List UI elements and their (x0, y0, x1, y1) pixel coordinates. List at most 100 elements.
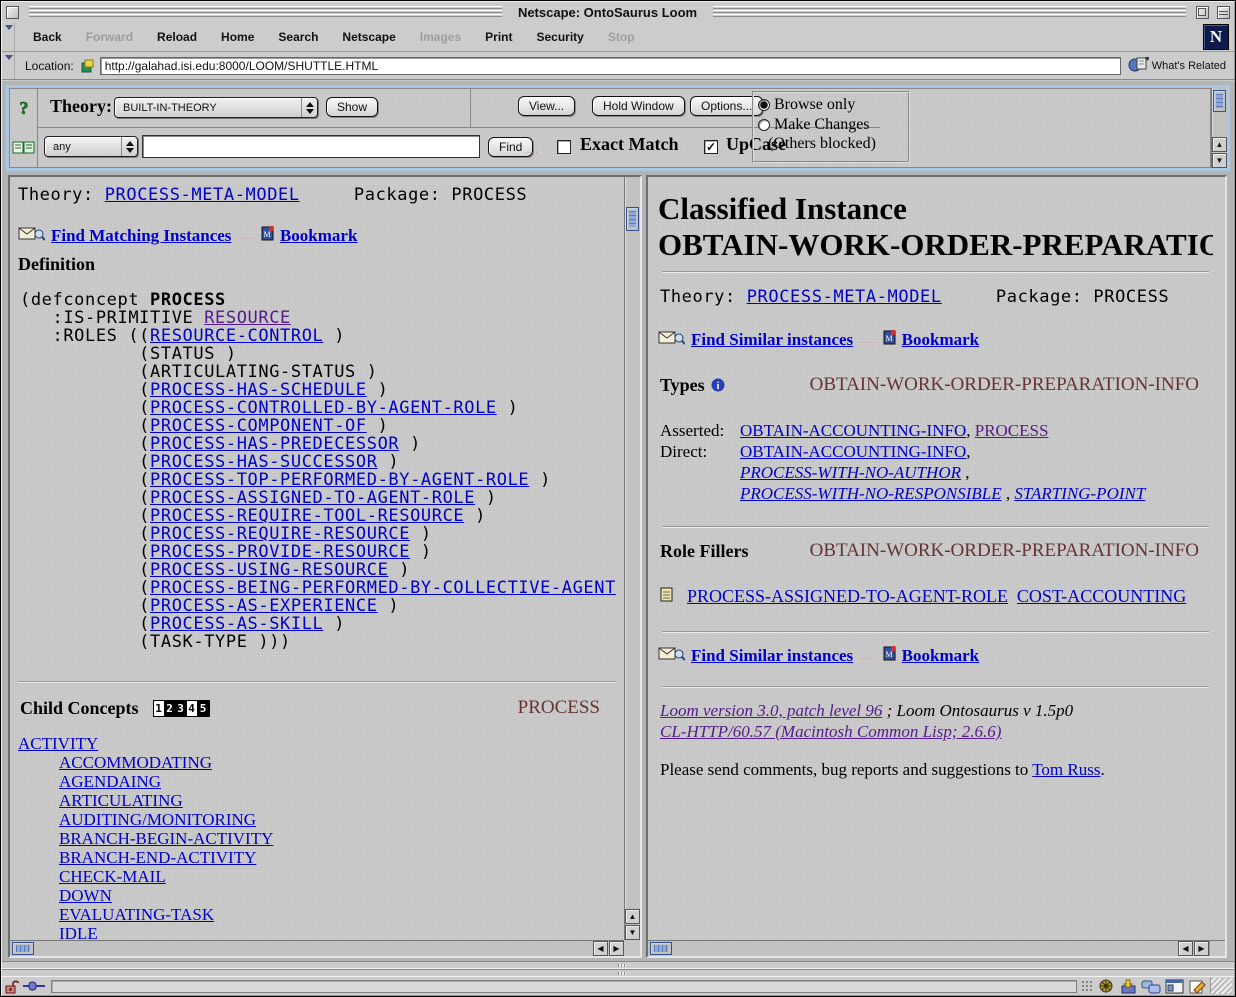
concept-frame-scroll-right-button[interactable]: ▶ (609, 941, 624, 956)
asserted-type-link[interactable]: OBTAIN-ACCOUNTING-INFO (740, 421, 966, 440)
child-concept-link[interactable]: CHECK-MAIL (59, 867, 166, 886)
toolbar-button-search[interactable]: Search (278, 30, 318, 44)
find-similar-instances-link[interactable]: Find Similar instances (691, 330, 853, 350)
bookmark-link[interactable]: Bookmark (902, 646, 979, 666)
browse-only-radio[interactable] (758, 99, 770, 111)
instance-frame-horizontal-scrollbar[interactable]: ◀ ▶ (648, 940, 1225, 956)
concept-link[interactable]: PROCESS-TOP-PERFORMED-BY-AGENT-ROLE (150, 470, 529, 490)
note-icon[interactable] (660, 587, 673, 607)
cl-http-link[interactable]: CL-HTTP/60.57 (Macintosh Common Lisp; 2.… (660, 722, 1001, 741)
page-digit-5[interactable]: 5 (198, 701, 209, 716)
collapse-button[interactable] (1217, 6, 1230, 19)
child-concept-link[interactable]: ARTICULATING (59, 791, 183, 810)
concept-frame-hscroll-thumb[interactable] (12, 942, 34, 955)
concept-link[interactable]: PROCESS-COMPONENT-OF (150, 416, 367, 436)
direct-type-link[interactable]: PROCESS-WITH-NO-AUTHOR (740, 463, 961, 482)
find-similar-instances-link[interactable]: Find Similar instances (691, 646, 853, 666)
concept-link[interactable]: PROCESS-ASSIGNED-TO-AGENT-ROLE (150, 488, 475, 508)
direct-type-link[interactable]: PROCESS-WITH-NO-RESPONSIBLE (740, 484, 1002, 503)
bookmark-page-icon[interactable] (80, 58, 96, 74)
direct-type-link[interactable]: OBTAIN-ACCOUNTING-INFO (740, 442, 966, 461)
hold-window-button[interactable]: Hold Window (592, 96, 685, 116)
discussions-icon[interactable] (1141, 979, 1161, 994)
child-concept-link[interactable]: EVALUATING-TASK (59, 905, 214, 924)
toolbar-button-print[interactable]: Print (485, 30, 512, 44)
role-filler-link[interactable]: PROCESS-ASSIGNED-TO-AGENT-ROLE (687, 586, 1008, 606)
page-digit-4[interactable]: 4 (187, 701, 198, 716)
control-frame-vertical-scrollbar[interactable]: ▲ ▼ (1211, 88, 1227, 168)
address-book-icon[interactable] (1165, 979, 1184, 994)
control-frame-vscroll-thumb[interactable] (1213, 90, 1226, 112)
search-input[interactable] (142, 135, 480, 158)
child-concept-link[interactable]: ACCOMMODATING (59, 753, 212, 772)
search-scope-select[interactable]: any (44, 136, 138, 157)
role-filler-link[interactable]: COST-ACCOUNTING (1017, 586, 1186, 606)
concept-link[interactable]: PROCESS-REQUIRE-TOOL-RESOURCE (150, 506, 464, 526)
concept-link[interactable]: PROCESS-CONTROLLED-BY-AGENT-ROLE (150, 398, 497, 418)
title-bar[interactable]: Netscape: OntoSaurus Loom (2, 2, 1234, 22)
location-input[interactable] (100, 57, 1121, 75)
concept-link[interactable]: PROCESS-HAS-SUCCESSOR (150, 452, 378, 472)
page-digit-2[interactable]: 2 (165, 701, 176, 716)
bookmark-link[interactable]: Bookmark (280, 226, 357, 246)
child-concept-link[interactable]: AGENDAING (59, 772, 161, 791)
concept-link[interactable]: PROCESS-REQUIRE-RESOURCE (150, 524, 410, 544)
child-concept-link[interactable]: AUDITING/MONITORING (59, 810, 256, 829)
zoom-button[interactable] (1196, 6, 1209, 19)
toolbar-button-netscape[interactable]: Netscape (342, 30, 395, 44)
navigator-wheel-icon[interactable] (1097, 979, 1115, 994)
component-bar-grip[interactable] (1081, 980, 1093, 992)
concept-frame-vscroll-thumb[interactable] (626, 207, 639, 231)
view-button[interactable]: View... (518, 96, 575, 116)
theory-link[interactable]: PROCESS-META-MODEL (747, 287, 942, 307)
page-digit-3[interactable]: 3 (176, 701, 187, 716)
tom-russ-link[interactable]: Tom Russ (1032, 760, 1100, 779)
frame-resize-bar[interactable] (2, 961, 1234, 969)
help-icon[interactable]: ? (15, 97, 33, 124)
control-frame-scroll-up-button[interactable]: ▲ (1212, 137, 1227, 152)
child-concept-link[interactable]: BRANCH-END-ACTIVITY (59, 848, 256, 867)
toolbar-button-home[interactable]: Home (221, 30, 254, 44)
composer-icon[interactable] (1188, 979, 1206, 994)
asserted-type-link[interactable]: PROCESS (975, 421, 1049, 440)
locationbar-collapse-tab[interactable] (2, 52, 15, 79)
theory-select[interactable]: BUILT-IN-THEORY (114, 97, 318, 118)
concept-link[interactable]: RESOURCE-CONTROL (150, 326, 323, 346)
window-resize-grip[interactable] (1210, 978, 1232, 994)
toolbar-collapse-tab[interactable] (2, 22, 15, 51)
concept-frame-scroll-down-button[interactable]: ▼ (625, 925, 640, 940)
make-changes-radio[interactable] (758, 119, 770, 131)
concept-link[interactable]: PROCESS-AS-SKILL (150, 614, 323, 634)
concept-link[interactable]: PROCESS-BEING-PERFORMED-BY-COLLECTIVE-AG… (150, 578, 616, 598)
concept-link[interactable]: PROCESS-HAS-PREDECESSOR (150, 434, 399, 454)
frame-resize-bar[interactable] (2, 969, 1234, 977)
instance-frame-scroll-right-button[interactable]: ▶ (1194, 941, 1209, 956)
child-concept-link[interactable]: ACTIVITY (18, 734, 98, 753)
direct-type-link[interactable]: STARTING-POINT (1014, 484, 1145, 503)
mailbox-icon[interactable] (1119, 979, 1137, 994)
bookmark-link[interactable]: Bookmark (902, 330, 979, 350)
concept-link[interactable]: PROCESS-PROVIDE-RESOURCE (150, 542, 410, 562)
concept-frame-vertical-scrollbar[interactable]: ▲ ▼ (624, 177, 640, 940)
child-concept-link[interactable]: IDLE (59, 924, 98, 940)
instance-frame-scroll-left-button[interactable]: ◀ (1178, 941, 1193, 956)
find-matching-instances-link[interactable]: Find Matching Instances (51, 226, 231, 246)
concept-link[interactable]: PROCESS-HAS-SCHEDULE (150, 380, 367, 400)
child-concept-link[interactable]: BRANCH-BEGIN-ACTIVITY (59, 829, 273, 848)
toolbar-button-reload[interactable]: Reload (157, 30, 197, 44)
concept-frame-horizontal-scrollbar[interactable]: ◀ ▶ (10, 940, 624, 956)
concept-frame-scroll-up-button[interactable]: ▲ (625, 909, 640, 924)
child-concept-link[interactable]: DOWN (59, 886, 112, 905)
page-digit-1[interactable]: 1 (154, 701, 165, 716)
control-frame-scroll-down-button[interactable]: ▼ (1212, 153, 1227, 168)
whats-related-button[interactable]: What's Related (1121, 56, 1234, 75)
toolbar-button-back[interactable]: Back (33, 30, 62, 44)
loom-version-link[interactable]: Loom version 3.0, patch level 96 (660, 701, 882, 720)
close-button[interactable] (6, 6, 19, 19)
netscape-logo[interactable]: N (1203, 24, 1229, 50)
concept-link[interactable]: RESOURCE (204, 308, 291, 328)
info-icon[interactable]: i (711, 378, 725, 392)
upcase-checkbox[interactable] (704, 140, 718, 154)
instance-frame-hscroll-thumb[interactable] (650, 942, 672, 955)
show-button[interactable]: Show (326, 97, 378, 117)
